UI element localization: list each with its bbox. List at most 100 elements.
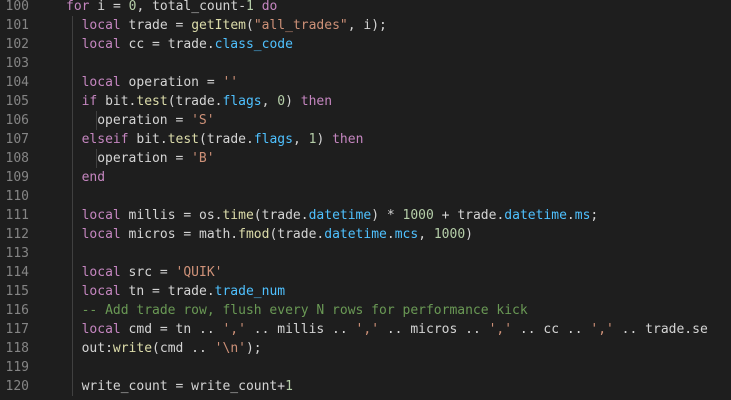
line-number: 117 — [5, 322, 29, 337]
code-line[interactable]: 100 for i = 0, total_count-1 do — [0, 0, 731, 16]
code-token: 'B' — [191, 151, 215, 166]
line-code: local micros = math.fmod(trade.datetime.… — [82, 225, 473, 244]
line-number: 103 — [5, 56, 29, 71]
code-token: local — [81, 75, 121, 90]
code-token: millis = os. — [120, 208, 223, 223]
code-line[interactable]: 119 — [0, 358, 731, 377]
indent-guide — [72, 263, 73, 282]
code-token: .. cc .. — [512, 322, 591, 337]
code-line[interactable]: 118 out:write(cmd .. '\n'); — [0, 339, 731, 358]
code-token: -- Add trade row, flush every N rows for… — [81, 303, 528, 318]
line-code: if bit.test(trade.flags, 0) then — [82, 92, 333, 111]
code-token: micros = math. — [120, 227, 239, 242]
code-token: write_count = write_count+ — [81, 379, 286, 394]
code-token: fmod — [238, 227, 270, 242]
code-token: ) * — [371, 208, 403, 223]
code-token: flags — [253, 132, 293, 147]
code-token: , total_count- — [136, 0, 247, 14]
line-number: 111 — [5, 208, 29, 223]
code-token: out: — [81, 341, 113, 356]
code-line[interactable]: 101 local trade = getItem("all_trades", i… — [0, 16, 731, 35]
indent-guide — [72, 206, 73, 225]
line-number: 106 — [5, 113, 29, 128]
code-editor[interactable]: 100 for i = 0, total_count-1 do 101 local t… — [0, 0, 731, 400]
indent-guide — [72, 168, 73, 187]
line-code: local cmd = tn .. ',' .. millis .. ',' .… — [82, 320, 708, 339]
line-number: 104 — [5, 75, 29, 90]
line-code: for i = 0, total_count-1 do — [66, 0, 277, 16]
code-line[interactable]: 115 local tn = trade.trade_num — [0, 282, 731, 301]
indent-guide — [72, 358, 73, 377]
line-number: 114 — [5, 265, 29, 280]
code-token: "all_trades" — [253, 18, 348, 33]
code-token: tn = trade. — [120, 284, 215, 299]
code-line[interactable]: 111 local millis = os.time(trade.datetime… — [0, 206, 731, 225]
code-token: if — [81, 94, 98, 109]
code-line[interactable]: 117 local cmd = tn .. ',' .. millis .. ',… — [0, 320, 731, 339]
code-token: (trade. — [167, 94, 223, 109]
code-token: local — [81, 322, 121, 337]
code-token: ) — [316, 132, 333, 147]
line-code: local tn = trade.trade_num — [82, 282, 286, 301]
code-token: local — [81, 227, 121, 242]
code-token: write — [112, 341, 153, 356]
indent-guide — [72, 16, 73, 35]
code-token: .. micros .. — [379, 322, 489, 337]
code-line[interactable]: 116 -- Add trade row, flush every N rows … — [0, 301, 731, 320]
line-code: local operation = '' — [82, 73, 239, 92]
line-number: 100 — [5, 0, 29, 14]
line-code: operation = 'S' — [97, 111, 214, 130]
line-code: write_count = write_count+1 — [82, 377, 293, 396]
code-token: bit. — [97, 94, 137, 109]
code-line[interactable]: 113 — [0, 244, 731, 263]
code-token: datetime — [504, 208, 567, 223]
line-number: 101 — [5, 18, 29, 33]
code-token: local — [81, 37, 121, 52]
code-line[interactable]: 102 local cc = trade.class_code — [0, 35, 731, 54]
code-line[interactable]: 110 — [0, 187, 731, 206]
code-token: elseif — [81, 132, 129, 147]
code-token: , — [418, 227, 434, 242]
code-line[interactable]: 114 local src = 'QUIK' — [0, 263, 731, 282]
line-code: local trade = getItem("all_trades", i); — [82, 16, 387, 35]
code-line[interactable]: 107 elseif bit.test(trade.flags, 1) then — [0, 130, 731, 149]
code-line[interactable]: 112 local micros = math.fmod(trade.dateti… — [0, 225, 731, 244]
indent-guide — [72, 244, 73, 263]
indent-guide — [72, 320, 73, 339]
line-code: end — [82, 168, 105, 187]
line-code: -- Add trade row, flush every N rows for… — [82, 301, 528, 320]
code-token: datetime — [324, 227, 387, 242]
code-token: trade = — [120, 18, 192, 33]
line-code: operation = 'B' — [97, 149, 214, 168]
code-line[interactable]: 120 write_count = write_count+1 — [0, 377, 731, 396]
code-token: ); — [245, 341, 262, 356]
code-token: .. millis .. — [245, 322, 356, 337]
code-line[interactable]: 103 — [0, 54, 731, 73]
code-token: , — [261, 94, 278, 109]
code-line[interactable]: 108 operation = 'B' — [0, 149, 731, 168]
code-line[interactable]: 106 operation = 'S' — [0, 111, 731, 130]
code-token: end — [81, 170, 106, 185]
code-token: ',' — [488, 322, 513, 337]
code-token: , — [292, 132, 309, 147]
line-number: 107 — [5, 132, 29, 147]
indent-guide — [72, 339, 73, 358]
line-number: 102 — [5, 37, 29, 52]
code-line[interactable]: 109 end — [0, 168, 731, 187]
code-token: ',' — [355, 322, 380, 337]
code-token: datetime — [308, 208, 372, 223]
code-line[interactable]: 105 if bit.test(trade.flags, 0) then — [0, 92, 731, 111]
line-number: 115 — [5, 284, 29, 299]
line-code: local cc = trade.class_code — [82, 35, 293, 54]
line-number: 113 — [5, 246, 29, 261]
code-token: operation = — [97, 113, 192, 128]
code-token: . — [386, 227, 395, 242]
code-token: (trade. — [269, 227, 325, 242]
indent-guide — [72, 35, 73, 54]
indent-guide — [72, 73, 73, 92]
code-token: time — [222, 208, 254, 223]
code-line[interactable]: 104 local operation = '' — [0, 73, 731, 92]
code-token: test — [167, 132, 200, 147]
code-token: local — [81, 265, 121, 280]
